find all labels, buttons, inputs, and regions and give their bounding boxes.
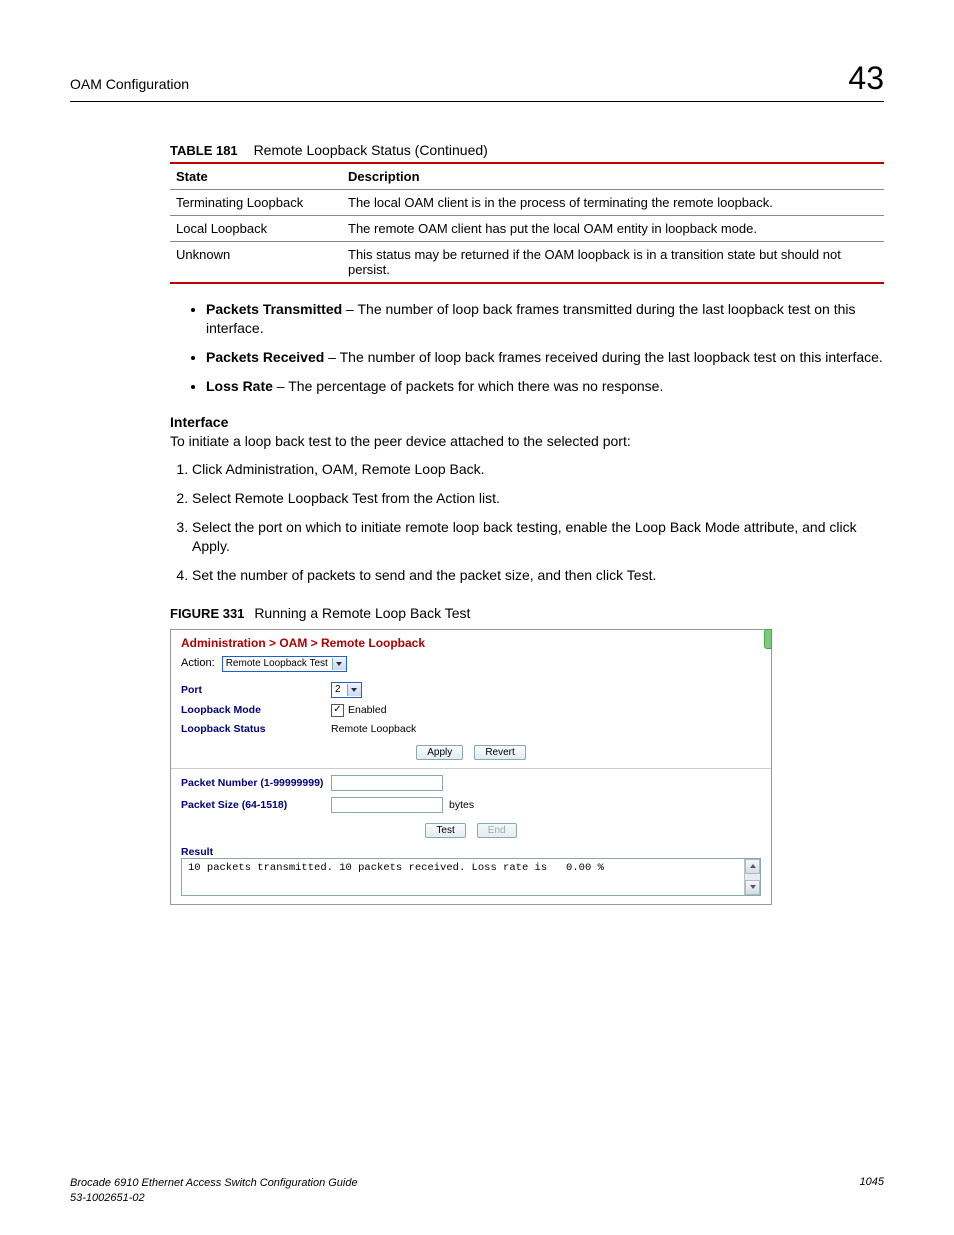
divider [171, 768, 771, 769]
result-box: 10 packets transmitted. 10 packets recei… [181, 858, 761, 896]
packet-size-unit: bytes [449, 799, 474, 811]
revert-button[interactable]: Revert [474, 745, 525, 760]
port-label: Port [181, 684, 331, 696]
step-item: Select the port on which to initiate rem… [192, 518, 884, 556]
packet-size-label: Packet Size (64-1518) [181, 799, 331, 811]
cell-desc: The local OAM client is in the process o… [342, 190, 884, 216]
step-item: Select Remote Loopback Test from the Act… [192, 489, 884, 508]
list-item: Loss Rate – The percentage of packets fo… [206, 377, 884, 396]
port-select-value: 2 [335, 684, 341, 695]
status-table: State Description Terminating Loopback T… [170, 162, 884, 284]
loopback-status-value: Remote Loopback [331, 723, 416, 735]
col-state-header: State [170, 163, 342, 190]
end-button[interactable]: End [477, 823, 517, 838]
col-desc-header: Description [342, 163, 884, 190]
section-title: OAM Configuration [70, 76, 189, 92]
cell-state: Unknown [170, 242, 342, 284]
loopback-mode-label: Loopback Mode [181, 704, 331, 716]
interface-intro: To initiate a loop back test to the peer… [170, 432, 884, 451]
test-button[interactable]: Test [425, 823, 465, 838]
list-item: Packets Transmitted – The number of loop… [206, 300, 884, 338]
loopback-mode-text: Enabled [348, 704, 387, 716]
bullet-term: Packets Received [206, 349, 324, 365]
table-number: TABLE 181 [170, 143, 238, 158]
figure-caption: FIGURE 331 Running a Remote Loop Back Te… [170, 605, 884, 621]
port-select[interactable]: 2 [331, 682, 362, 698]
breadcrumb: Administration > OAM > Remote Loopback [181, 636, 761, 650]
packet-number-input[interactable] [331, 775, 443, 791]
apply-button[interactable]: Apply [416, 745, 463, 760]
page-header: OAM Configuration 43 [70, 60, 884, 102]
cell-desc: This status may be returned if the OAM l… [342, 242, 884, 284]
step-item: Set the number of packets to send and th… [192, 566, 884, 585]
loopback-mode-checkbox[interactable] [331, 704, 344, 717]
dropdown-button[interactable] [347, 684, 361, 696]
result-scrollbar[interactable] [744, 859, 760, 895]
action-label: Action: [181, 657, 215, 669]
bullet-term: Loss Rate [206, 378, 273, 394]
loopback-status-label: Loopback Status [181, 723, 331, 735]
action-row: Action: Remote Loopback Test [181, 656, 761, 672]
steps-list: Click Administration, OAM, Remote Loop B… [192, 460, 884, 584]
chevron-down-icon [336, 662, 342, 666]
packet-number-label: Packet Number (1-99999999) [181, 777, 331, 789]
table-caption: TABLE 181 Remote Loopback Status (Contin… [170, 142, 884, 158]
table-title: Remote Loopback Status (Continued) [254, 142, 488, 158]
chevron-up-icon [750, 864, 756, 868]
bullet-text: – The number of loop back frames receive… [324, 349, 883, 365]
table-row: Terminating Loopback The local OAM clien… [170, 190, 884, 216]
page-footer: Brocade 6910 Ethernet Access Switch Conf… [70, 1176, 884, 1205]
dropdown-button[interactable] [332, 658, 346, 670]
footer-doc-title: Brocade 6910 Ethernet Access Switch Conf… [70, 1176, 358, 1190]
result-text: 10 packets transmitted. 10 packets recei… [182, 859, 744, 895]
table-row: Unknown This status may be returned if t… [170, 242, 884, 284]
figure-number: FIGURE 331 [170, 606, 244, 621]
action-select[interactable]: Remote Loopback Test [222, 656, 347, 672]
cell-state: Local Loopback [170, 216, 342, 242]
cell-state: Terminating Loopback [170, 190, 342, 216]
chapter-number: 43 [848, 60, 884, 97]
list-item: Packets Received – The number of loop ba… [206, 348, 884, 367]
packet-size-input[interactable] [331, 797, 443, 813]
figure-screenshot: Administration > OAM > Remote Loopback A… [170, 629, 772, 905]
bullet-text: – The percentage of packets for which th… [273, 378, 663, 394]
bullet-term: Packets Transmitted [206, 301, 342, 317]
bullet-list: Packets Transmitted – The number of loop… [206, 300, 884, 396]
action-select-value: Remote Loopback Test [226, 658, 328, 669]
tab-edge-decoration [764, 629, 772, 649]
footer-page-number: 1045 [860, 1176, 884, 1205]
scroll-up-button[interactable] [745, 859, 760, 874]
cell-desc: The remote OAM client has put the local … [342, 216, 884, 242]
scroll-down-button[interactable] [745, 880, 760, 895]
interface-heading: Interface [170, 414, 884, 430]
chevron-down-icon [750, 885, 756, 889]
figure-title: Running a Remote Loop Back Test [254, 605, 470, 621]
result-heading: Result [181, 846, 761, 858]
footer-doc-id: 53-1002651-02 [70, 1191, 358, 1205]
step-item: Click Administration, OAM, Remote Loop B… [192, 460, 884, 479]
table-row: Local Loopback The remote OAM client has… [170, 216, 884, 242]
chevron-down-icon [351, 688, 357, 692]
